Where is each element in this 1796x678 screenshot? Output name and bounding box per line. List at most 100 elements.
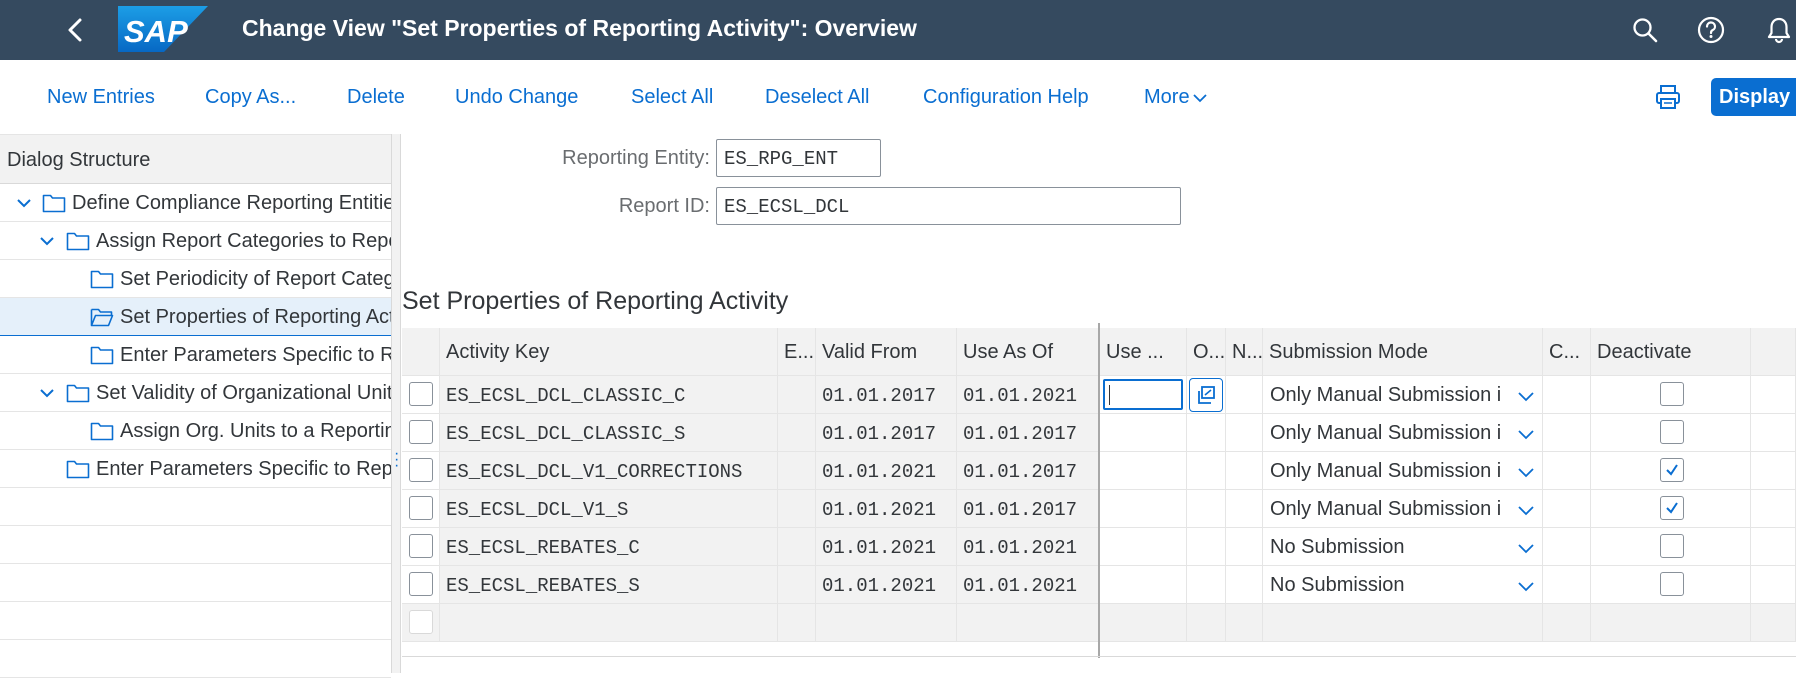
table-empty-cell[interactable] — [816, 604, 957, 642]
column-header-submission-mode[interactable]: Submission Mode — [1263, 328, 1543, 376]
row-select-checkbox[interactable] — [409, 420, 433, 444]
configuration-help-button[interactable]: Configuration Help — [923, 86, 1089, 109]
table-cell-e[interactable] — [778, 452, 816, 490]
table-empty-cell[interactable] — [1543, 604, 1591, 642]
chevron-down-icon[interactable] — [1516, 428, 1536, 442]
table-cell-n[interactable] — [1226, 452, 1263, 490]
table-cell-o[interactable] — [1187, 414, 1226, 452]
table-cell-submission-mode[interactable]: Only Manual Submission i — [1263, 490, 1543, 528]
row-select-checkbox[interactable] — [409, 458, 433, 482]
tree-item-enter-parameters-entity[interactable]: Enter Parameters Specific to Reporting E… — [0, 450, 391, 488]
deactivate-checkbox[interactable] — [1660, 458, 1684, 482]
table-cell-valid-from[interactable]: 01.01.2021 — [816, 490, 957, 528]
table-cell-o[interactable] — [1187, 566, 1226, 604]
table-cell-use-as-of[interactable]: 01.01.2021 — [957, 376, 1099, 414]
deactivate-checkbox[interactable] — [1660, 420, 1684, 444]
tree-item-enter-parameters-reports[interactable]: Enter Parameters Specific to Reports — [0, 336, 391, 374]
table-empty-cell[interactable] — [1263, 604, 1543, 642]
table-empty-cell[interactable] — [1100, 604, 1187, 642]
print-icon[interactable] — [1654, 83, 1682, 111]
tree-item-define-compliance-reporting-entities[interactable]: Define Compliance Reporting Entities — [0, 184, 391, 222]
table-cell-use[interactable] — [1100, 490, 1187, 528]
sap-logo[interactable]: SAP — [118, 6, 208, 52]
table-cell-c[interactable] — [1543, 376, 1591, 414]
table-cell-use-as-of[interactable]: 01.01.2017 — [957, 452, 1099, 490]
chevron-down-icon[interactable] — [1516, 466, 1536, 480]
row-select-checkbox[interactable] — [409, 572, 433, 596]
table-cell-use-as-of[interactable]: 01.01.2021 — [957, 528, 1099, 566]
deactivate-checkbox[interactable] — [1660, 382, 1684, 406]
table-cell-submission-mode[interactable]: Only Manual Submission i — [1263, 452, 1543, 490]
table-cell-use-as-of[interactable]: 01.01.2017 — [957, 414, 1099, 452]
notification-bell-icon[interactable] — [1764, 15, 1794, 45]
table-cell-use-as-of[interactable]: 01.01.2017 — [957, 490, 1099, 528]
column-header-use-as-of[interactable]: Use As Of — [957, 328, 1099, 376]
column-header-deactivate[interactable]: Deactivate — [1591, 328, 1751, 376]
row-select-checkbox[interactable] — [409, 382, 433, 406]
value-help-icon[interactable] — [1189, 378, 1223, 412]
select-all-button[interactable]: Select All — [631, 86, 713, 109]
tree-item-set-properties[interactable]: Set Properties of Reporting Activity — [0, 298, 391, 336]
table-cell-submission-mode[interactable]: No Submission — [1263, 566, 1543, 604]
panel-splitter[interactable] — [391, 134, 401, 673]
help-icon[interactable] — [1696, 15, 1726, 45]
chevron-down-icon[interactable] — [1516, 504, 1536, 518]
chevron-down-icon[interactable] — [16, 196, 32, 210]
back-icon[interactable] — [62, 14, 90, 46]
column-header-use[interactable]: Use ... — [1100, 328, 1187, 376]
table-cell-submission-mode[interactable]: No Submission — [1263, 528, 1543, 566]
table-cell-c[interactable] — [1543, 490, 1591, 528]
table-cell-o[interactable] — [1187, 452, 1226, 490]
table-empty-cell[interactable] — [1187, 604, 1226, 642]
table-empty-cell[interactable] — [778, 604, 816, 642]
table-cell-e[interactable] — [778, 490, 816, 528]
reporting-entity-field[interactable]: ES_RPG_ENT — [716, 139, 881, 177]
table-cell-e[interactable] — [778, 528, 816, 566]
table-empty-cell[interactable] — [440, 604, 778, 642]
table-empty-cell[interactable] — [957, 604, 1099, 642]
table-cell-use[interactable] — [1100, 528, 1187, 566]
table-cell-c[interactable] — [1543, 528, 1591, 566]
table-cell-submission-mode[interactable]: Only Manual Submission i — [1263, 414, 1543, 452]
table-cell-valid-from[interactable]: 01.01.2021 — [816, 566, 957, 604]
report-id-field[interactable]: ES_ECSL_DCL — [716, 187, 1181, 225]
row-select-checkbox[interactable] — [409, 610, 433, 634]
table-cell-c[interactable] — [1543, 566, 1591, 604]
table-cell-n[interactable] — [1226, 566, 1263, 604]
tree-item-assign-org-units[interactable]: Assign Org. Units to a Reporting Entity — [0, 412, 391, 450]
tree-item-assign-report-categories[interactable]: Assign Report Categories to Reporting En… — [0, 222, 391, 260]
table-cell-valid-from[interactable]: 01.01.2021 — [816, 452, 957, 490]
table-cell-valid-from[interactable]: 01.01.2017 — [816, 376, 957, 414]
table-cell-valid-from[interactable]: 01.01.2017 — [816, 414, 957, 452]
table-cell-o[interactable] — [1187, 490, 1226, 528]
table-cell-n[interactable] — [1226, 490, 1263, 528]
deselect-all-button[interactable]: Deselect All — [765, 86, 870, 109]
tree-item-set-periodicity[interactable]: Set Periodicity of Report Categories — [0, 260, 391, 298]
table-cell-c[interactable] — [1543, 452, 1591, 490]
table-cell-use[interactable] — [1100, 452, 1187, 490]
table-cell-use[interactable] — [1100, 414, 1187, 452]
search-icon[interactable] — [1630, 15, 1660, 45]
more-button[interactable]: More — [1144, 86, 1207, 109]
column-header-o[interactable]: O... — [1187, 328, 1226, 376]
table-cell-e[interactable] — [778, 376, 816, 414]
table-cell-activity-key[interactable]: ES_ECSL_DCL_V1_S — [440, 490, 778, 528]
display-button[interactable]: Display — [1711, 78, 1796, 116]
copy-as-button[interactable]: Copy As... — [205, 86, 296, 109]
table-cell-activity-key[interactable]: ES_ECSL_REBATES_C — [440, 528, 778, 566]
column-header-c[interactable]: C... — [1543, 328, 1591, 376]
table-cell-c[interactable] — [1543, 414, 1591, 452]
column-header-n[interactable]: N... — [1226, 328, 1263, 376]
table-cell-activity-key[interactable]: ES_ECSL_DCL_CLASSIC_S — [440, 414, 778, 452]
chevron-down-icon[interactable] — [1516, 580, 1536, 594]
deactivate-checkbox[interactable] — [1660, 572, 1684, 596]
table-cell-activity-key[interactable]: ES_ECSL_DCL_CLASSIC_C — [440, 376, 778, 414]
new-entries-button[interactable]: New Entries — [47, 86, 155, 109]
row-select-checkbox[interactable] — [409, 496, 433, 520]
use-input-focused[interactable] — [1103, 379, 1183, 410]
table-cell-valid-from[interactable]: 01.01.2021 — [816, 528, 957, 566]
table-cell-submission-mode[interactable]: Only Manual Submission i — [1263, 376, 1543, 414]
table-cell-n[interactable] — [1226, 528, 1263, 566]
chevron-down-icon[interactable] — [39, 234, 55, 248]
table-cell-o[interactable] — [1187, 528, 1226, 566]
